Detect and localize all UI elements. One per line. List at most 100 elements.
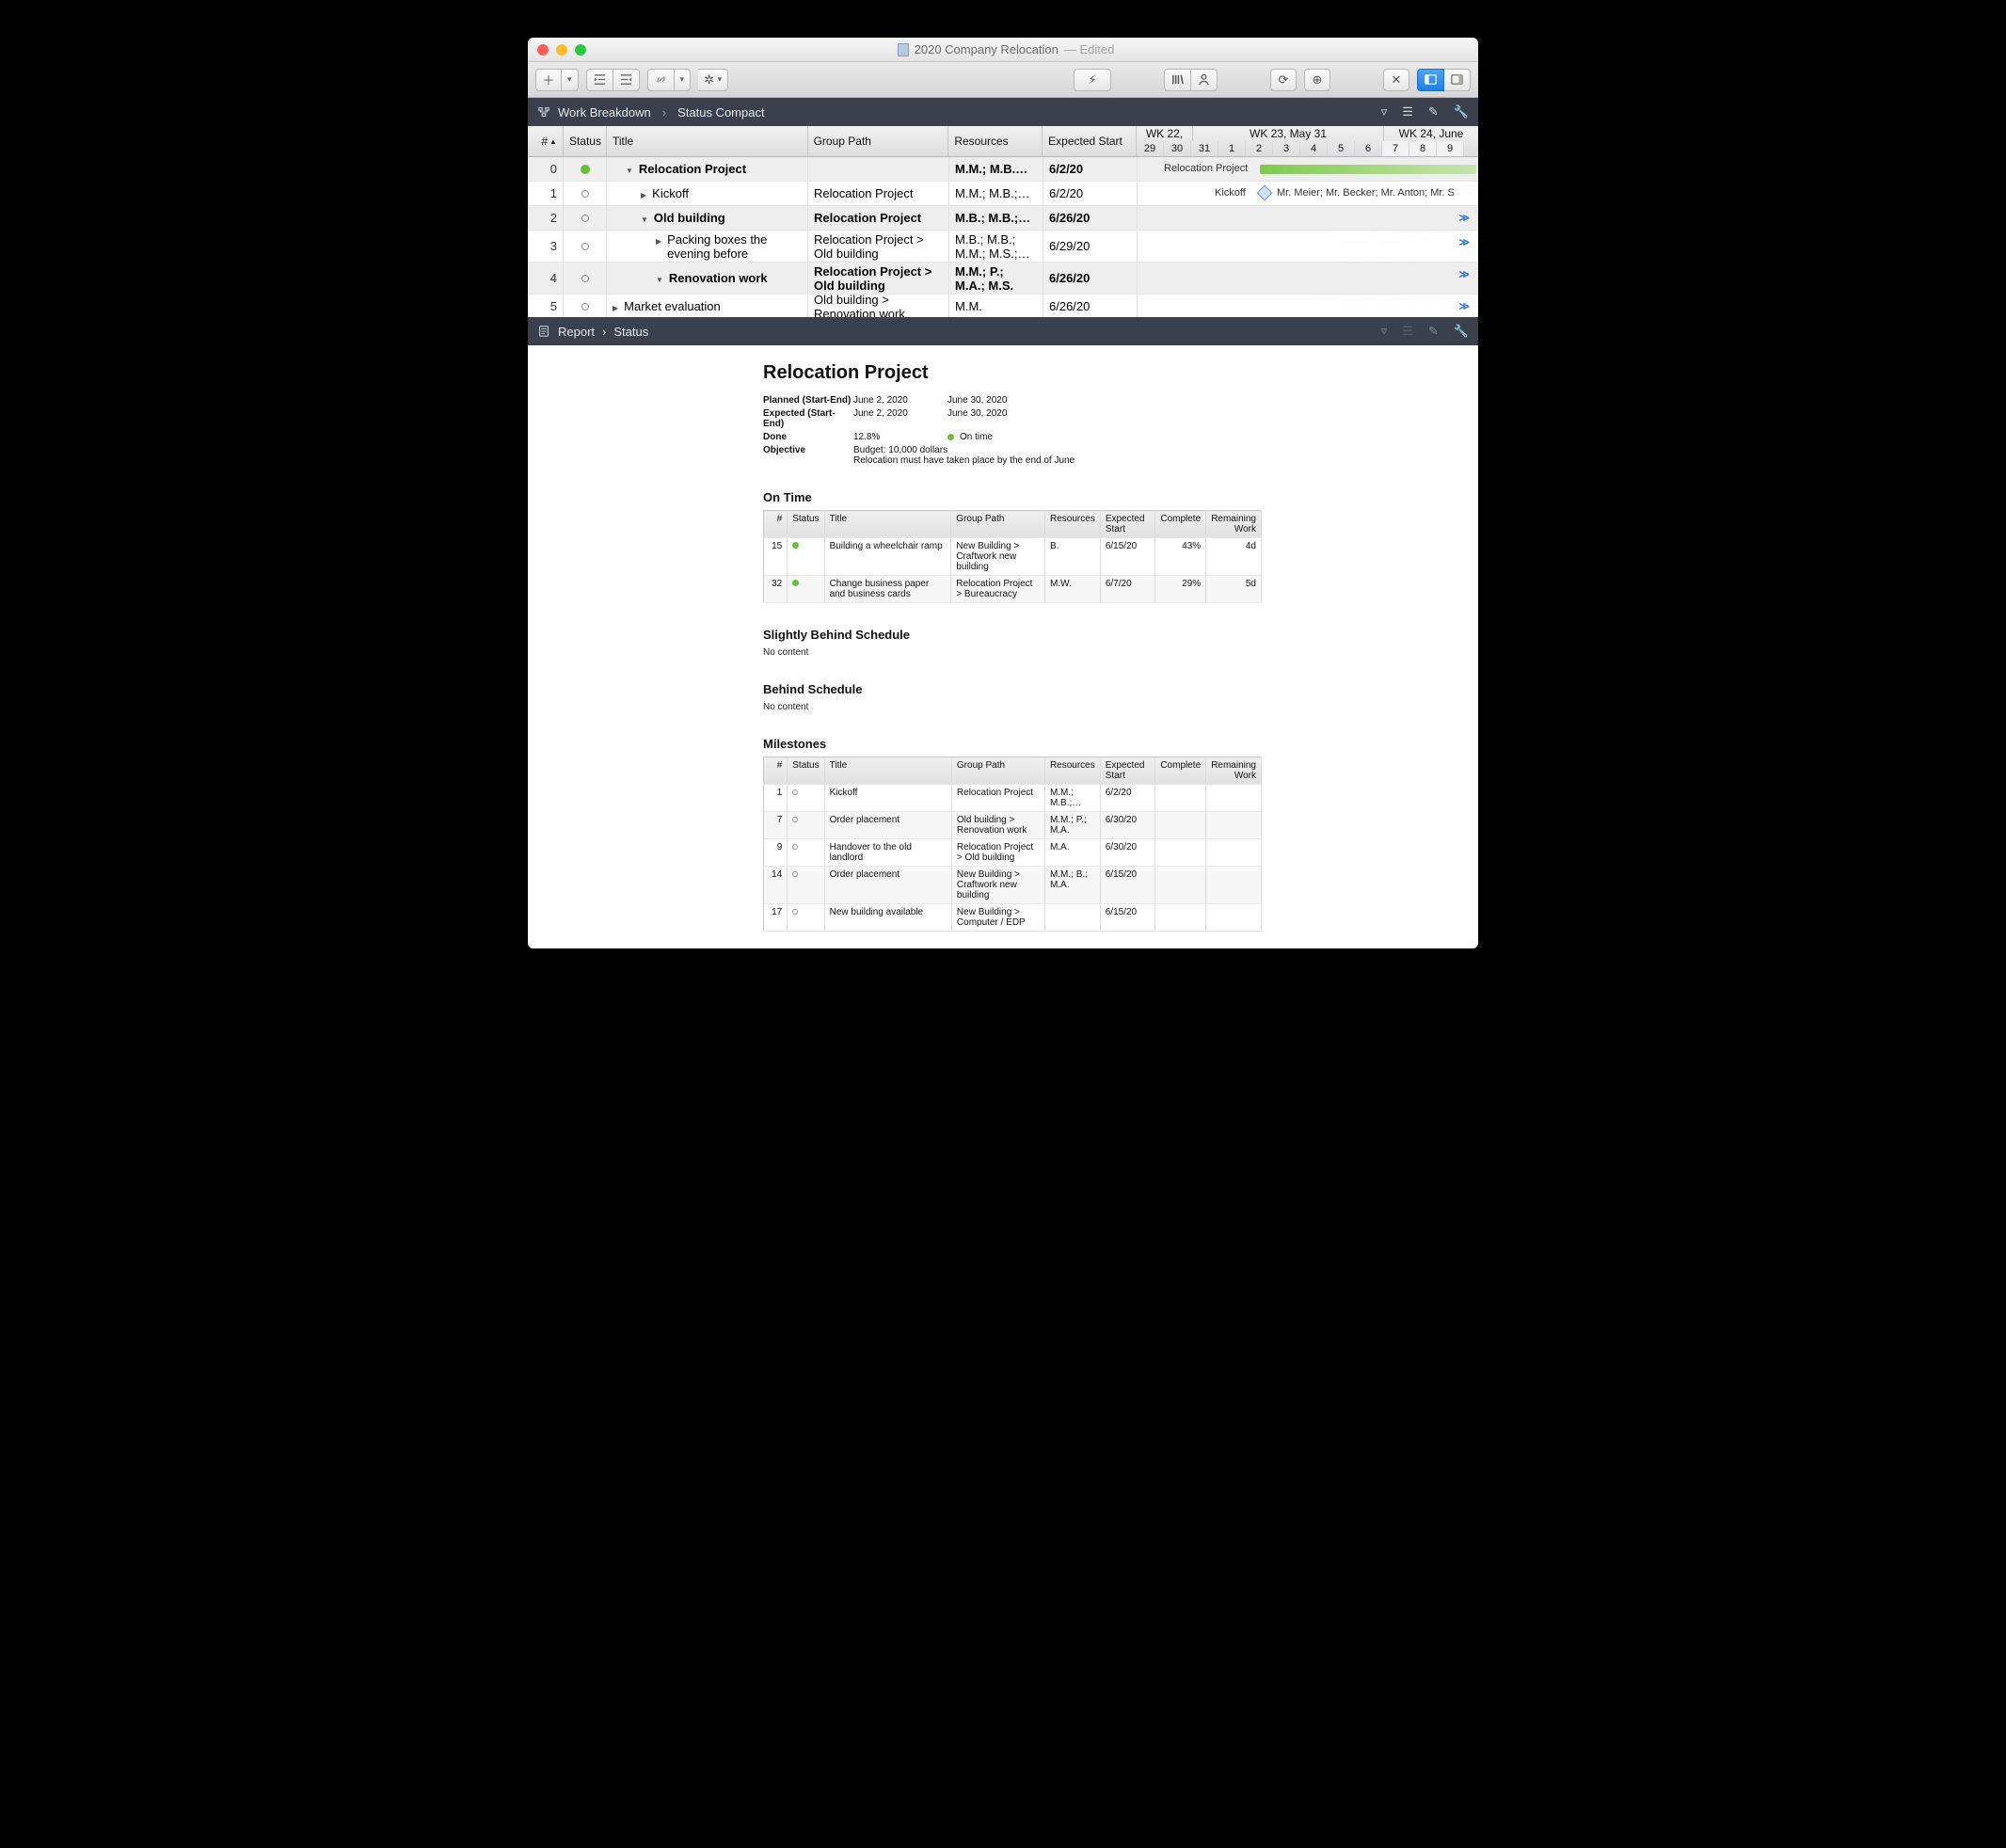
gear-icon: ✲ bbox=[704, 72, 714, 88]
filter-icon[interactable]: ▿ bbox=[1381, 324, 1388, 339]
section-behind: Behind Schedule bbox=[763, 682, 1461, 696]
gantt-bar[interactable] bbox=[1260, 165, 1476, 174]
outline-row[interactable]: 1KickoffRelocation ProjectM.M.; M.B.;…6/… bbox=[528, 182, 1478, 206]
bolt-button[interactable]: ⚡︎ bbox=[1074, 69, 1111, 91]
window-controls bbox=[537, 44, 586, 56]
row-title: Renovation work bbox=[669, 271, 768, 285]
report-body: Relocation Project Planned (Start-End)Ju… bbox=[528, 345, 1478, 948]
status-dot-icon bbox=[947, 434, 954, 440]
indent-button[interactable] bbox=[586, 69, 613, 91]
jump-forward-icon[interactable]: ≫ bbox=[1458, 268, 1470, 280]
person-icon bbox=[1197, 72, 1211, 87]
align-icon[interactable]: ☰ bbox=[1402, 104, 1413, 119]
outline-row[interactable]: 3Packing boxes the evening beforeRelocat… bbox=[528, 231, 1478, 263]
brush-icon[interactable]: ✎ bbox=[1428, 104, 1439, 119]
wrench-icon[interactable]: 🔧 bbox=[1454, 104, 1469, 119]
col-title[interactable]: Title bbox=[607, 126, 808, 156]
add-menu-button[interactable]: ▾ bbox=[562, 69, 579, 91]
gear-menu-button[interactable]: ✲ ▾ bbox=[698, 69, 728, 91]
week-22: WK 22, bbox=[1137, 126, 1193, 141]
inspector-right-button[interactable] bbox=[1444, 69, 1471, 91]
col-resources[interactable]: Resources bbox=[948, 126, 1043, 156]
col-group-path[interactable]: Group Path bbox=[808, 126, 949, 156]
crumb-status[interactable]: Status bbox=[613, 325, 648, 339]
close-window-button[interactable] bbox=[537, 44, 549, 56]
timeline-cell[interactable]: ≫ bbox=[1138, 231, 1478, 242]
day-4: 4 bbox=[1300, 141, 1328, 156]
disclosure-down-icon[interactable] bbox=[656, 271, 663, 285]
crumb-report[interactable]: Report bbox=[558, 325, 595, 339]
jump-forward-icon[interactable]: ≫ bbox=[1458, 236, 1470, 248]
wrench-icon: ✕ bbox=[1392, 72, 1402, 88]
inspector-left-button[interactable] bbox=[1417, 69, 1444, 91]
timeline-header: WK 22, WK 23, May 31 WK 24, June 2930311… bbox=[1137, 126, 1478, 156]
library-button[interactable] bbox=[1164, 69, 1191, 91]
timeline-cell[interactable]: ≫ bbox=[1138, 206, 1478, 217]
outline-row[interactable]: 2Old buildingRelocation ProjectM.B.; M.B… bbox=[528, 206, 1478, 231]
timeline-cell[interactable]: Relocation Project bbox=[1138, 157, 1478, 168]
disclosure-right-icon[interactable] bbox=[656, 232, 661, 247]
crumb-wbs[interactable]: Work Breakdown bbox=[558, 105, 651, 119]
zoom-window-button[interactable] bbox=[575, 44, 586, 56]
table-row[interactable]: 9Handover to the old landlordRelocation … bbox=[764, 839, 1262, 867]
chevron-right-icon: › bbox=[602, 325, 606, 339]
milestone-diamond-icon[interactable] bbox=[1257, 185, 1273, 201]
document-icon bbox=[898, 43, 909, 56]
disclosure-right-icon[interactable] bbox=[641, 186, 646, 200]
minimize-window-button[interactable] bbox=[556, 44, 567, 56]
outdent-button[interactable] bbox=[613, 69, 640, 91]
jump-forward-icon[interactable]: ≫ bbox=[1458, 212, 1470, 224]
row-title: Relocation Project bbox=[639, 162, 746, 176]
table-row[interactable]: 15Building a wheelchair rampNew Building… bbox=[764, 538, 1262, 576]
day-5: 5 bbox=[1328, 141, 1355, 156]
outline-row[interactable]: 0Relocation ProjectM.M.; M.B.…6/2/20Relo… bbox=[528, 157, 1478, 182]
week-24: WK 24, June bbox=[1384, 126, 1478, 141]
milestones-table: #Status TitleGroup Path ResourcesExpecte… bbox=[763, 757, 1262, 932]
row-title: Market evaluation bbox=[624, 299, 721, 313]
align-icon[interactable]: ☰ bbox=[1402, 324, 1413, 339]
disclosure-down-icon[interactable] bbox=[641, 211, 648, 225]
link-button[interactable] bbox=[647, 69, 675, 91]
link-menu-button[interactable]: ▾ bbox=[675, 69, 692, 91]
table-row[interactable]: 1KickoffRelocation ProjectM.M.; M.B.;…6/… bbox=[764, 785, 1262, 812]
bolt-icon: ⚡︎ bbox=[1088, 72, 1096, 88]
day-30: 30 bbox=[1164, 141, 1191, 156]
wrench-icon[interactable]: 🔧 bbox=[1454, 324, 1469, 339]
section-milestones: Milestones bbox=[763, 737, 1461, 751]
status-empty-icon bbox=[581, 190, 589, 198]
books-icon bbox=[1170, 72, 1185, 87]
sync-button[interactable]: ⟳ bbox=[1270, 69, 1297, 91]
app-window: 2020 Company Relocation — Edited ＋ ▾ ▾ bbox=[528, 38, 1478, 948]
brush-icon[interactable]: ✎ bbox=[1428, 324, 1439, 339]
week-23: WK 23, May 31 bbox=[1193, 126, 1384, 141]
refresh-icon: ⟳ bbox=[1279, 72, 1289, 88]
tools-button[interactable]: ✕ bbox=[1383, 69, 1409, 91]
titlebar: 2020 Company Relocation — Edited bbox=[528, 38, 1478, 62]
table-row[interactable]: 7Order placementOld building > Renovatio… bbox=[764, 812, 1262, 839]
col-num[interactable]: #▲ bbox=[528, 126, 564, 156]
chevron-right-icon: › bbox=[662, 105, 666, 119]
table-row[interactable]: 17New building availableNew Building > C… bbox=[764, 904, 1262, 932]
disclosure-right-icon[interactable] bbox=[613, 299, 618, 313]
add-button[interactable]: ＋ bbox=[535, 69, 562, 91]
disclosure-down-icon[interactable] bbox=[626, 162, 633, 176]
outline-row[interactable]: 4Renovation workRelocation Project > Old… bbox=[528, 263, 1478, 295]
timeline-cell[interactable]: ≫ bbox=[1138, 263, 1478, 274]
status-empty-icon bbox=[581, 243, 589, 250]
timeline-cell[interactable]: KickoffMr. Meier; Mr. Becker; Mr. Anton;… bbox=[1138, 182, 1478, 193]
publish-button[interactable]: ⊕ bbox=[1304, 69, 1330, 91]
crumb-status-compact[interactable]: Status Compact bbox=[677, 105, 765, 119]
table-row[interactable]: 32Change business paper and business car… bbox=[764, 576, 1262, 603]
report-title: Relocation Project bbox=[763, 362, 1461, 384]
jump-forward-icon[interactable]: ≫ bbox=[1458, 300, 1470, 312]
window-title: 2020 Company Relocation — Edited bbox=[586, 42, 1425, 56]
section-slightly-behind: Slightly Behind Schedule bbox=[763, 628, 1461, 642]
filter-icon[interactable]: ▿ bbox=[1381, 104, 1388, 119]
outline-row[interactable]: 5Market evaluationOld building > Renovat… bbox=[528, 295, 1478, 317]
timeline-cell[interactable]: ≫ bbox=[1138, 295, 1478, 306]
col-expected-start[interactable]: Expected Start bbox=[1043, 126, 1137, 156]
table-row[interactable]: 14Order placementNew Building > Craftwor… bbox=[764, 867, 1262, 904]
resources-button[interactable] bbox=[1191, 69, 1218, 91]
outline-header: #▲ Status Title Group Path Resources Exp… bbox=[528, 126, 1478, 157]
col-status[interactable]: Status bbox=[564, 126, 607, 156]
